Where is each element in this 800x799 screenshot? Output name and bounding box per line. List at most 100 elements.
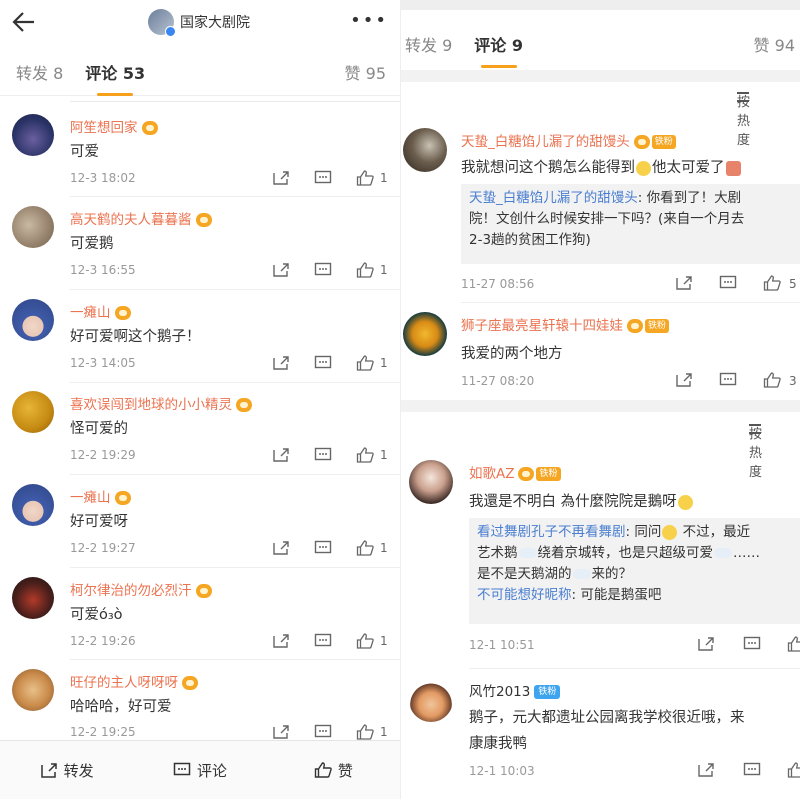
reply-icon[interactable] xyxy=(719,372,737,388)
timestamp: 11-27 08:20 xyxy=(461,374,535,388)
tab-repost[interactable]: 转发 8 xyxy=(16,60,63,84)
share-icon[interactable] xyxy=(272,633,290,649)
like-icon[interactable] xyxy=(787,762,800,778)
avatar[interactable] xyxy=(403,128,447,172)
back-arrow-icon[interactable] xyxy=(10,8,38,36)
share-icon[interactable] xyxy=(272,447,290,463)
avatar[interactable] xyxy=(12,391,54,433)
username[interactable]: 阿笙想回家 xyxy=(70,120,138,136)
reply-icon[interactable] xyxy=(314,633,332,649)
timestamp: 12-3 16:55 xyxy=(70,263,136,277)
tab-repost[interactable]: 转发 9 xyxy=(405,32,452,56)
avatar[interactable] xyxy=(12,484,54,526)
avatar[interactable] xyxy=(12,669,54,711)
share-icon[interactable] xyxy=(272,540,290,556)
more-icon[interactable]: ••• xyxy=(350,12,388,30)
comment-text: 我還是不明白 為什麼院院是鵝呀 xyxy=(469,490,694,511)
reply-icon[interactable] xyxy=(314,170,332,186)
cloud-emoji-icon xyxy=(518,548,537,558)
like-icon xyxy=(314,762,332,778)
like-icon[interactable] xyxy=(356,355,374,371)
avatar[interactable] xyxy=(409,678,453,722)
like-icon[interactable] xyxy=(763,275,781,291)
username[interactable]: 柯尔律治的勿必烈汗 xyxy=(70,583,192,599)
bottom-action-bar: 转发 评论 赞 xyxy=(0,740,400,799)
share-icon[interactable] xyxy=(272,262,290,278)
vip-icon xyxy=(182,676,198,690)
fan-badge: 铁粉 xyxy=(536,467,561,481)
reply-icon[interactable] xyxy=(719,275,737,291)
timestamp: 12-2 19:25 xyxy=(70,725,136,739)
reply-icon[interactable] xyxy=(743,636,761,652)
fan-badge: 铁粉 xyxy=(645,319,670,333)
username[interactable]: 旺仔的主人呀呀呀 xyxy=(70,675,178,691)
timestamp: 12-3 18:02 xyxy=(70,171,136,185)
avatar[interactable] xyxy=(12,299,54,341)
username[interactable]: 天蛰_白糖馅儿漏了的甜馒头 xyxy=(461,134,630,150)
share-icon[interactable] xyxy=(272,724,290,740)
share-icon[interactable] xyxy=(272,355,290,371)
username[interactable]: 高天鹤的夫人暮暮酱 xyxy=(70,212,192,228)
like-count: 1 xyxy=(380,171,388,185)
share-icon[interactable] xyxy=(675,372,693,388)
like-count: 5 xyxy=(789,277,797,291)
like-icon[interactable] xyxy=(356,170,374,186)
avatar[interactable] xyxy=(409,460,453,504)
emoji-icon xyxy=(725,160,741,176)
tab-comments[interactable]: 评论 9 xyxy=(474,32,523,68)
username[interactable]: 一瘫山 xyxy=(70,305,111,321)
comment-text: 好可爱呀 xyxy=(70,514,128,530)
emoji-icon xyxy=(677,494,693,510)
reply-icon[interactable] xyxy=(314,262,332,278)
account-header[interactable]: 国家大剧院 xyxy=(148,9,250,37)
avatar[interactable] xyxy=(12,114,54,156)
account-avatar xyxy=(148,9,176,37)
username[interactable]: 如歌AZ xyxy=(469,466,514,482)
reply-icon[interactable] xyxy=(314,540,332,556)
repost-button[interactable]: 转发 xyxy=(0,741,133,799)
like-icon[interactable] xyxy=(356,447,374,463)
share-icon[interactable] xyxy=(697,636,715,652)
avatar[interactable] xyxy=(403,312,447,356)
comment-text: 好可爱啊这个鹅子！ xyxy=(70,329,201,345)
like-icon[interactable] xyxy=(356,724,374,740)
tab-comments[interactable]: 评论 53 xyxy=(85,60,145,96)
share-icon[interactable] xyxy=(272,170,290,186)
like-icon[interactable] xyxy=(763,372,781,388)
share-icon[interactable] xyxy=(697,762,715,778)
emoji-icon xyxy=(636,160,651,176)
tab-likes[interactable]: 赞 94 xyxy=(754,32,795,56)
tab-likes[interactable]: 赞 95 xyxy=(345,60,386,84)
list-item: 旺仔的主人呀呀呀 哈哈哈，好可爱 12-2 19:25 1 xyxy=(0,663,400,741)
like-button[interactable]: 赞 xyxy=(267,741,400,799)
reply-username[interactable]: 天蛰_白糖馅儿漏了的甜馒头 xyxy=(469,190,638,206)
comment-button[interactable]: 评论 xyxy=(133,741,266,799)
fan-badge: 铁粉 xyxy=(651,135,676,149)
like-icon[interactable] xyxy=(356,540,374,556)
sort-control[interactable]: 按热度 xyxy=(401,88,800,148)
avatar[interactable] xyxy=(12,206,54,248)
avatar[interactable] xyxy=(12,577,54,619)
timestamp: 12-1 10:51 xyxy=(469,638,535,652)
like-icon[interactable] xyxy=(356,262,374,278)
reply-username[interactable]: 看过舞剧孔子不再看舞剧 xyxy=(477,524,626,540)
share-icon[interactable] xyxy=(675,275,693,291)
list-item: 柯尔律治的勿必烈汗 可爱ό₃ὸ 12-2 19:26 1 xyxy=(0,571,400,663)
comment-icon xyxy=(173,762,191,776)
username[interactable]: 风竹2013 xyxy=(469,684,530,700)
like-icon[interactable] xyxy=(356,633,374,649)
reply-username[interactable]: 不可能想好昵称 xyxy=(477,587,572,603)
comment-text: 可爱 xyxy=(70,144,99,160)
reply-icon[interactable] xyxy=(314,355,332,371)
like-icon[interactable] xyxy=(787,636,800,652)
comment-text: 哈哈哈，好可爱 xyxy=(70,699,172,715)
username[interactable]: 一瘫山 xyxy=(70,490,111,506)
username[interactable]: 狮子座最亮星轩辕十四娃娃 xyxy=(461,318,623,334)
vip-icon xyxy=(518,467,535,481)
reply-icon[interactable] xyxy=(314,724,332,740)
vip-icon xyxy=(236,398,252,412)
reply-icon[interactable] xyxy=(314,447,332,463)
sort-control[interactable]: 按热度 xyxy=(401,420,800,480)
reply-icon[interactable] xyxy=(743,762,761,778)
username[interactable]: 喜欢误闯到地球的小小精灵 xyxy=(70,397,232,413)
